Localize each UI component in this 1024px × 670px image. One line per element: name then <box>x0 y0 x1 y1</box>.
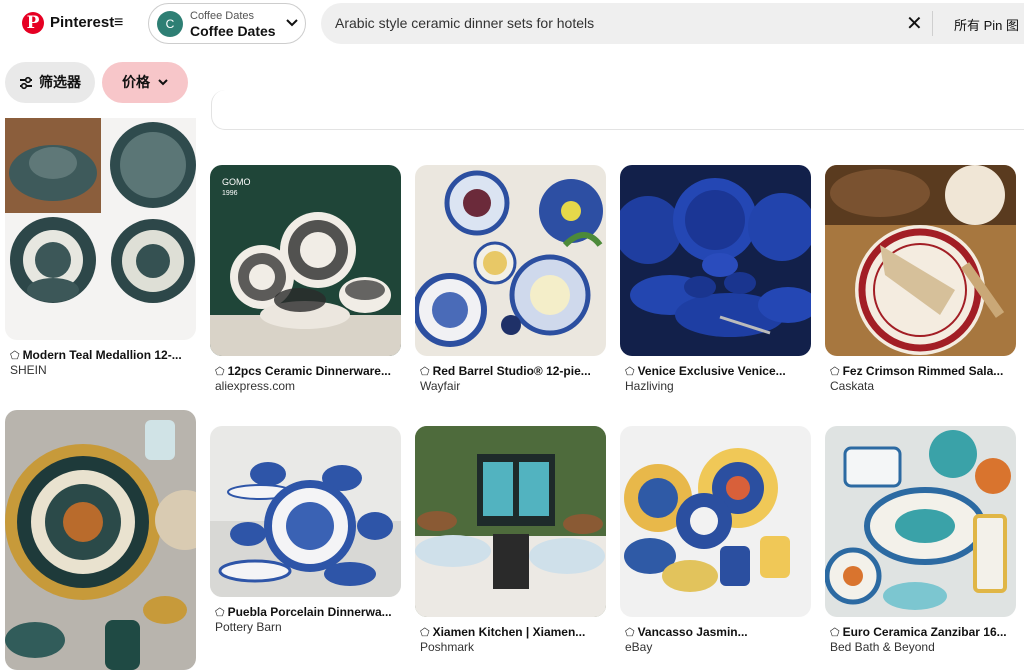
clear-search-icon[interactable]: ✕ <box>906 11 923 36</box>
tag-icon: ⬠ <box>420 366 430 378</box>
pin-title[interactable]: ⬠ Euro Ceramica Zanzibar 16... <box>830 625 1007 639</box>
menu-icon[interactable]: ≡ <box>114 14 123 32</box>
tag-icon: ⬠ <box>420 627 430 639</box>
brand-name[interactable]: Pinterest <box>50 14 114 31</box>
image-brand-mark: GOMO <box>222 177 251 187</box>
pin-source[interactable]: SHEIN <box>10 363 47 377</box>
pin-image[interactable] <box>620 165 811 356</box>
pin-image[interactable] <box>415 165 606 356</box>
board-selector-caption: Coffee Dates <box>190 10 255 22</box>
pin-source[interactable]: Hazliving <box>625 379 674 393</box>
top-bar: P Pinterest ≡ C Coffee Dates Coffee Date… <box>0 0 1024 48</box>
tag-icon: ⬠ <box>215 607 225 619</box>
card-edge <box>211 90 1024 130</box>
pin-title[interactable]: ⬠ Xiamen Kitchen | Xiamen... <box>420 625 585 639</box>
search-divider <box>932 11 933 36</box>
pin-source[interactable]: Poshmark <box>420 640 474 654</box>
board-selector[interactable]: C Coffee Dates Coffee Dates <box>148 3 306 44</box>
pin-image[interactable] <box>620 426 811 617</box>
pin-title[interactable]: ⬠ Vancasso Jasmin... <box>625 625 748 639</box>
pin-title[interactable]: ⬠ Red Barrel Studio® 12-pie... <box>420 364 591 378</box>
tag-icon: ⬠ <box>10 350 20 362</box>
pin-image[interactable]: GOMO 1996 <box>210 165 401 356</box>
chevron-down-icon <box>285 15 299 32</box>
price-filter-label: 价格 <box>122 74 150 90</box>
filter-button[interactable]: 筛选器 <box>5 62 95 103</box>
pin-source[interactable]: Bed Bath & Beyond <box>830 640 935 654</box>
pin-source[interactable]: Caskata <box>830 379 874 393</box>
pin-image[interactable] <box>5 410 196 670</box>
search-bar[interactable]: Arabic style ceramic dinner sets for hot… <box>321 3 1024 44</box>
pin-image[interactable] <box>415 426 606 617</box>
board-selector-name: Coffee Dates <box>190 23 276 39</box>
tag-icon: ⬠ <box>830 627 840 639</box>
pin-title[interactable]: ⬠ Modern Teal Medallion 12-... <box>10 348 182 362</box>
pin-title[interactable]: ⬠ Fez Crimson Rimmed Sala... <box>830 364 1003 378</box>
price-filter-button[interactable]: 价格 <box>102 62 188 103</box>
pinterest-logo-icon[interactable]: P <box>22 12 44 34</box>
chevron-down-icon <box>157 62 169 103</box>
sliders-icon <box>19 62 33 103</box>
pin-image[interactable] <box>825 165 1016 356</box>
pin-image[interactable] <box>5 118 196 340</box>
tag-icon: ⬠ <box>625 366 635 378</box>
pin-source[interactable]: Pottery Barn <box>215 620 282 634</box>
tag-icon: ⬠ <box>625 627 635 639</box>
search-scope-dropdown[interactable]: 所有 Pin 图 <box>954 15 1019 34</box>
pin-title[interactable]: ⬠ Puebla Porcelain Dinnerwa... <box>215 605 392 619</box>
pin-source[interactable]: aliexpress.com <box>215 379 295 393</box>
search-input[interactable]: Arabic style ceramic dinner sets for hot… <box>335 15 594 31</box>
pin-source[interactable]: Wayfair <box>420 379 460 393</box>
tag-icon: ⬠ <box>215 366 225 378</box>
pin-title[interactable]: ⬠ 12pcs Ceramic Dinnerware... <box>215 364 391 378</box>
pin-source[interactable]: eBay <box>625 640 652 654</box>
board-avatar: C <box>157 11 183 37</box>
pin-title[interactable]: ⬠ Venice Exclusive Venice... <box>625 364 786 378</box>
pin-image[interactable] <box>210 426 401 597</box>
image-brand-year: 1996 <box>222 190 238 197</box>
tag-icon: ⬠ <box>830 366 840 378</box>
filter-button-label: 筛选器 <box>39 74 81 90</box>
pin-image[interactable] <box>825 426 1016 617</box>
